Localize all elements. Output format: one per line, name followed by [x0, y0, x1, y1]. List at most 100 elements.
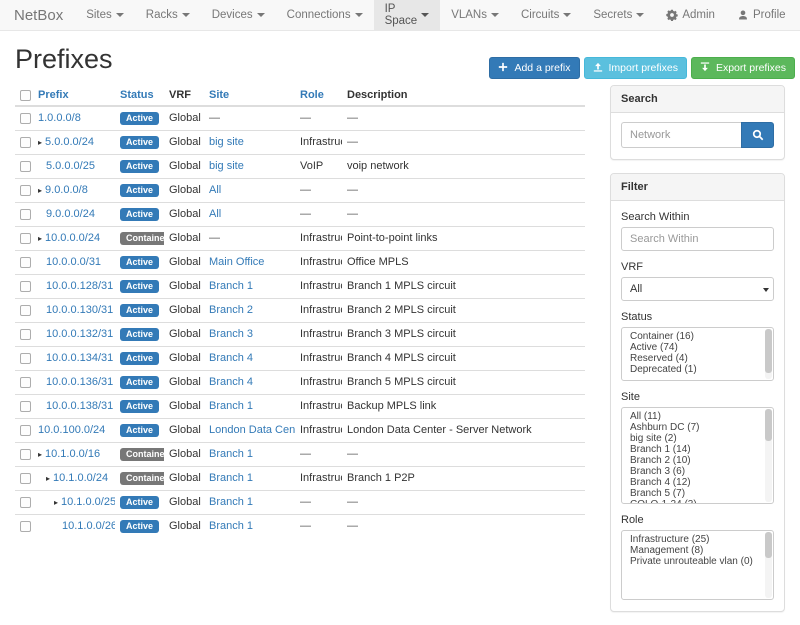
site-link[interactable]: Branch 1	[209, 496, 253, 508]
row-checkbox[interactable]	[20, 233, 31, 244]
nav-item-connections[interactable]: Connections	[276, 0, 374, 30]
nav-item-ip-space[interactable]: IP Space	[374, 0, 441, 30]
listbox-option[interactable]: Infrastructure (25)	[630, 534, 773, 545]
row-checkbox[interactable]	[20, 113, 31, 124]
site-link[interactable]: big site	[209, 136, 244, 148]
listbox-option[interactable]: Active (74)	[630, 342, 773, 353]
site-link[interactable]: Branch 1	[209, 472, 253, 484]
prefix-link[interactable]: 10.0.0.138/31	[46, 401, 113, 413]
listbox-option[interactable]: Branch 2 (10)	[630, 455, 773, 466]
column-sort-link[interactable]: Site	[209, 89, 229, 101]
site-link[interactable]: Branch 1	[209, 280, 253, 292]
scrollbar-thumb[interactable]	[765, 329, 772, 373]
row-checkbox[interactable]	[20, 329, 31, 340]
nav-item-vlans[interactable]: VLANs	[440, 0, 510, 30]
listbox-option[interactable]: Container (16)	[630, 331, 773, 342]
nav-item-log-out[interactable]: Log out	[797, 0, 800, 30]
status-cell: Container	[115, 227, 164, 251]
row-checkbox[interactable]	[20, 377, 31, 388]
listbox-option[interactable]: Branch 5 (7)	[630, 488, 773, 499]
brand[interactable]: NetBox	[8, 0, 75, 30]
column-sort-link[interactable]: Status	[120, 89, 154, 101]
row-checkbox[interactable]	[20, 257, 31, 268]
prefix-link[interactable]: 10.0.0.134/31	[46, 353, 113, 365]
prefix-link[interactable]: 10.0.0.128/31	[46, 281, 113, 293]
site-cell: Branch 1	[204, 515, 295, 539]
vrf-value: Global	[169, 256, 201, 268]
prefix-link[interactable]: 10.0.0.0/31	[46, 257, 101, 269]
prefix-link[interactable]: 10.0.0.136/31	[46, 377, 113, 389]
import-prefixes-button[interactable]: Import prefixes	[584, 57, 687, 79]
site-link[interactable]: Branch 1	[209, 520, 253, 532]
site-link[interactable]: big site	[209, 160, 244, 172]
search-input[interactable]	[621, 122, 741, 148]
filter-input-search-within[interactable]	[621, 227, 774, 251]
listbox-option[interactable]: Ashburn DC (7)	[630, 422, 773, 433]
listbox-option[interactable]: Deprecated (1)	[630, 364, 773, 375]
site-link[interactable]: Branch 1	[209, 400, 253, 412]
row-checkbox[interactable]	[20, 305, 31, 316]
select-all-checkbox[interactable]	[20, 90, 31, 101]
prefix-link[interactable]: 9.0.0.0/8	[45, 185, 88, 197]
export-prefixes-button[interactable]: Export prefixes	[691, 57, 795, 79]
column-sort-link[interactable]: Prefix	[38, 89, 69, 101]
row-checkbox[interactable]	[20, 473, 31, 484]
scrollbar-thumb[interactable]	[765, 532, 772, 558]
prefix-link[interactable]: 1.0.0.0/8	[38, 113, 81, 125]
nav-item-admin[interactable]: Admin	[655, 0, 726, 30]
nav-item-secrets[interactable]: Secrets	[582, 0, 655, 30]
row-checkbox[interactable]	[20, 185, 31, 196]
prefix-link[interactable]: 10.0.0.0/24	[45, 233, 100, 245]
row-checkbox[interactable]	[20, 281, 31, 292]
row-checkbox[interactable]	[20, 521, 31, 532]
vrf-cell: Global	[164, 275, 204, 299]
site-link[interactable]: All	[209, 184, 221, 196]
listbox-option[interactable]: Reserved (4)	[630, 353, 773, 364]
nav-item-racks[interactable]: Racks	[135, 0, 201, 30]
row-checkbox[interactable]	[20, 209, 31, 220]
row-checkbox[interactable]	[20, 161, 31, 172]
nav-item-circuits[interactable]: Circuits	[510, 0, 582, 30]
row-checkbox[interactable]	[20, 449, 31, 460]
prefix-link[interactable]: 10.0.100.0/24	[38, 425, 105, 437]
row-checkbox[interactable]	[20, 425, 31, 436]
prefix-link[interactable]: 10.1.0.0/16	[45, 449, 100, 461]
listbox-option[interactable]: Branch 3 (6)	[630, 466, 773, 477]
listbox-option[interactable]: Branch 4 (12)	[630, 477, 773, 488]
row-checkbox[interactable]	[20, 353, 31, 364]
row-checkbox[interactable]	[20, 401, 31, 412]
nav-item-sites[interactable]: Sites	[75, 0, 135, 30]
listbox-option[interactable]: COLO-1-24 (3)	[630, 499, 773, 504]
site-link[interactable]: Branch 2	[209, 304, 253, 316]
prefix-link[interactable]: 5.0.0.0/25	[46, 161, 95, 173]
row-checkbox[interactable]	[20, 137, 31, 148]
prefix-link[interactable]: 10.1.0.0/26	[62, 521, 115, 533]
site-link[interactable]: Branch 1	[209, 448, 253, 460]
prefix-link[interactable]: 10.0.0.132/31	[46, 329, 113, 341]
site-link[interactable]: London Data Center	[209, 424, 295, 436]
row-checkbox[interactable]	[20, 497, 31, 508]
listbox-option[interactable]: Private unrouteable vlan (0)	[630, 556, 773, 567]
table-row: 10.0.0.136/31ActiveGlobalBranch 4Infrast…	[15, 371, 585, 395]
filter-select-vrf[interactable]: All	[621, 277, 774, 301]
scrollbar-thumb[interactable]	[765, 409, 772, 441]
column-sort-link[interactable]: Role	[300, 89, 324, 101]
listbox-option[interactable]: All (11)	[630, 411, 773, 422]
prefix-link[interactable]: 9.0.0.0/24	[46, 209, 95, 221]
site-link[interactable]: Branch 4	[209, 352, 253, 364]
prefix-link[interactable]: 10.0.0.130/31	[46, 305, 113, 317]
listbox-option[interactable]: Branch 1 (14)	[630, 444, 773, 455]
listbox-option[interactable]: Management (8)	[630, 545, 773, 556]
add-a-prefix-button[interactable]: Add a prefix	[489, 57, 579, 79]
site-link[interactable]: All	[209, 208, 221, 220]
prefix-link[interactable]: 5.0.0.0/24	[45, 137, 94, 149]
nav-item-profile[interactable]: Profile	[726, 0, 797, 30]
listbox-option[interactable]: big site (2)	[630, 433, 773, 444]
nav-item-devices[interactable]: Devices	[201, 0, 276, 30]
site-link[interactable]: Main Office	[209, 256, 264, 268]
prefix-link[interactable]: 10.1.0.0/24	[53, 473, 108, 485]
prefix-link[interactable]: 10.1.0.0/25	[61, 497, 115, 509]
site-link[interactable]: Branch 4	[209, 376, 253, 388]
search-button[interactable]	[741, 122, 774, 148]
site-link[interactable]: Branch 3	[209, 328, 253, 340]
